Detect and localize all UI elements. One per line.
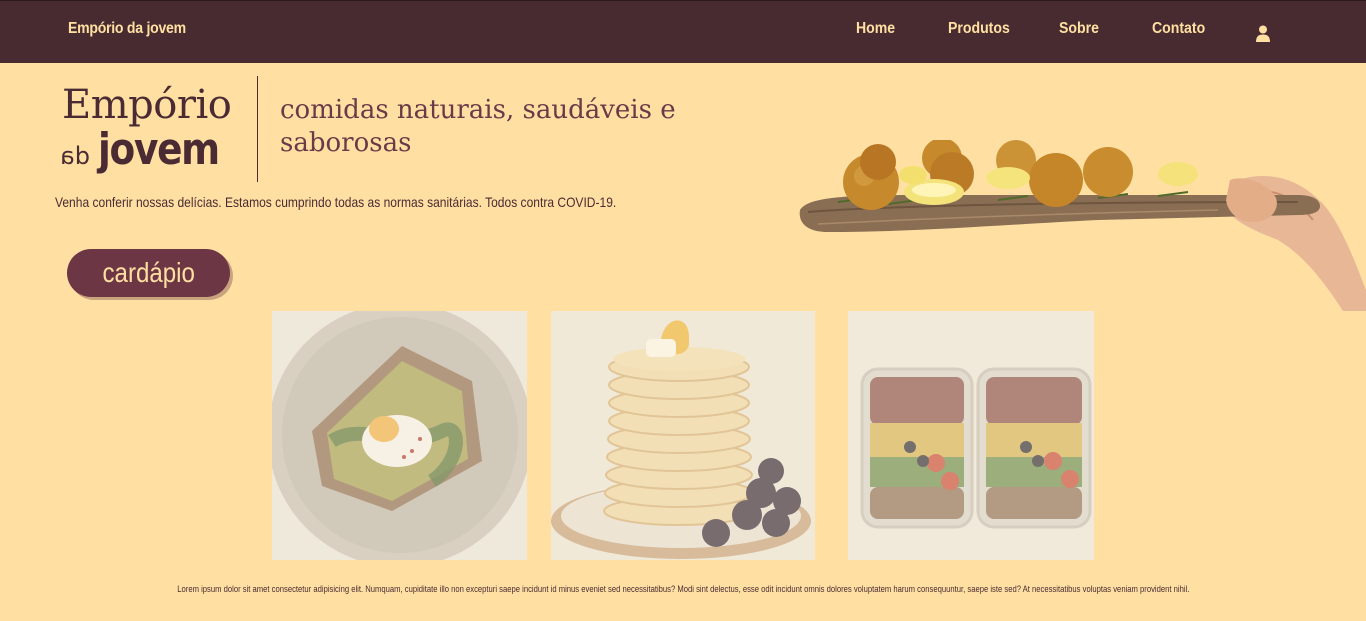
nav-home[interactable]: Home — [856, 20, 895, 38]
logo-divider — [257, 76, 258, 182]
menu-button[interactable]: cardápio — [67, 249, 230, 297]
user-icon[interactable] — [1255, 25, 1271, 42]
hero-tagline: comidas naturais, saudáveis e saborosas — [280, 95, 676, 158]
navbar: Empório da jovem Home Produtos Sobre Con… — [0, 0, 1366, 63]
hero-intro: Venha conferir nossas delícias. Estamos … — [55, 194, 617, 210]
footer-text-content: Lorem ipsum dolor sit amet consectetur a… — [176, 584, 1190, 594]
logo-empório: Empório — [62, 82, 232, 128]
avocado-toast-image — [272, 311, 527, 560]
logo-da: da — [60, 142, 90, 170]
pancakes-image — [551, 311, 815, 560]
logo-jovem: jovem — [98, 124, 220, 175]
croquettes-board-image — [798, 138, 1366, 311]
meal-prep-image — [848, 311, 1094, 560]
logo: Empório da jovem — [60, 82, 250, 182]
nav-contato[interactable]: Contato — [1152, 20, 1205, 38]
menu-button-label: cardápio — [102, 257, 195, 288]
nav-sobre[interactable]: Sobre — [1059, 20, 1099, 38]
nav-produtos[interactable]: Produtos — [948, 20, 1010, 38]
footer-text: Lorem ipsum dolor sit amet consectetur a… — [0, 584, 1366, 594]
brand-link[interactable]: Empório da jovem — [68, 20, 186, 38]
